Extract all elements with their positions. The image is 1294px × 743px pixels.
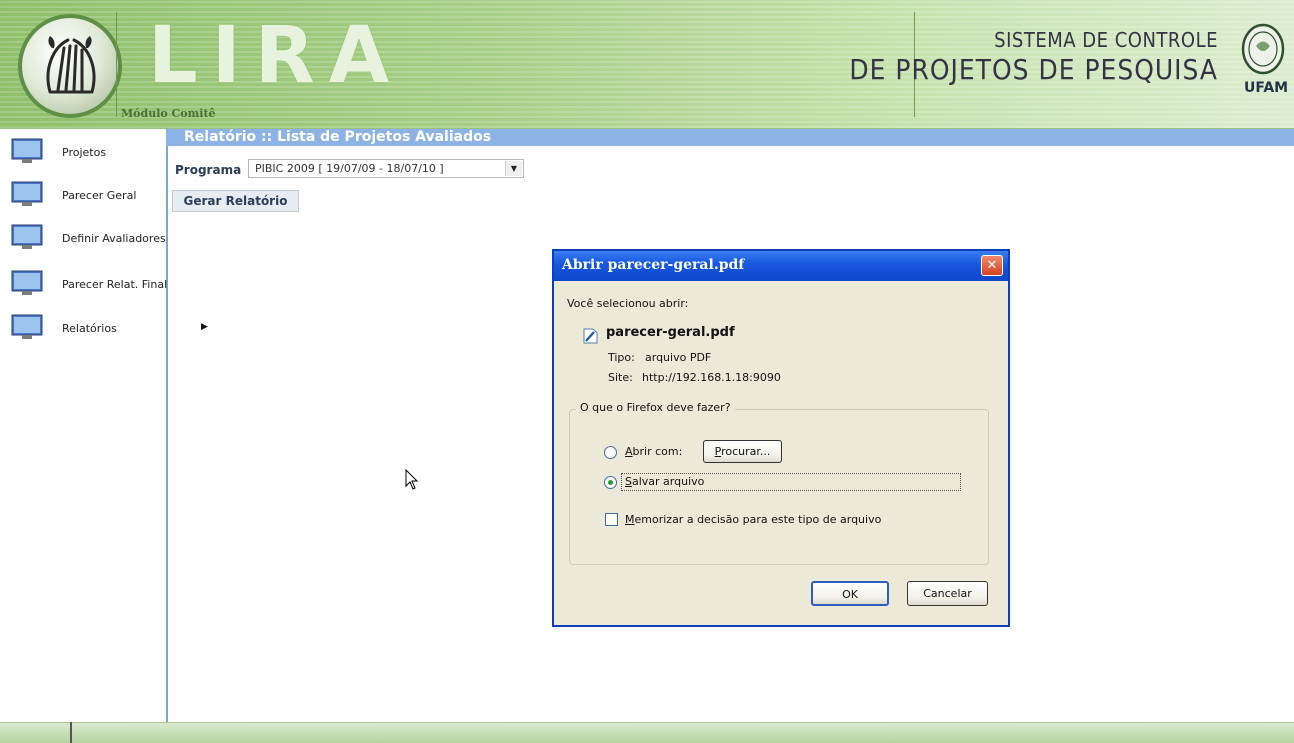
sidebar-item-label: Relatórios bbox=[62, 322, 117, 335]
monitor-icon bbox=[11, 270, 43, 295]
memorizar-label[interactable]: Memorizar a decisão para este tipo de ar… bbox=[625, 513, 881, 526]
footer-bar bbox=[0, 722, 1294, 743]
ufam-seal-icon bbox=[1240, 22, 1286, 76]
mnemonic-a: A bbox=[625, 445, 633, 458]
system-title-line2: DE PROJETOS DE PESQUISA bbox=[849, 53, 1218, 86]
abrir-com-label[interactable]: Abrir com: bbox=[625, 445, 682, 458]
salvar-arquivo-radio[interactable] bbox=[604, 476, 617, 489]
site-label: Site: bbox=[608, 371, 633, 384]
sidebar: Projetos Parecer Geral Definir Avaliador… bbox=[0, 128, 168, 722]
submenu-arrow-icon: ▶ bbox=[201, 322, 208, 332]
ok-button[interactable]: OK bbox=[811, 581, 889, 606]
page-title: Relatório :: Lista de Projetos Avaliados bbox=[184, 129, 492, 145]
action-group-legend: O que o Firefox deve fazer? bbox=[576, 401, 735, 414]
cancel-button[interactable]: Cancelar bbox=[907, 581, 988, 606]
footer-divider bbox=[70, 722, 72, 743]
sidebar-item-label: Definir Avaliadores bbox=[62, 232, 166, 245]
salvar-arquivo-text: alvar arquivo bbox=[631, 475, 705, 488]
file-name: parecer-geral.pdf bbox=[606, 325, 735, 340]
sidebar-item-label: Parecer Geral bbox=[62, 189, 137, 202]
procurar-text: rocurar... bbox=[721, 445, 771, 458]
site-value: http://192.168.1.18:9090 bbox=[642, 371, 781, 384]
abrir-com-text: brir com: bbox=[632, 445, 683, 458]
app-header: LIRA Módulo Comitê SISTEMA DE CONTROLE D… bbox=[0, 0, 1294, 129]
monitor-icon bbox=[11, 314, 43, 339]
header-divider bbox=[116, 12, 117, 117]
system-title-line1: SISTEMA DE CONTROLE bbox=[994, 28, 1218, 53]
programa-select[interactable]: PIBIC 2009 [ 19/07/09 - 18/07/10 ] ▼ bbox=[248, 159, 524, 178]
dialog-intro: Você selecionou abrir: bbox=[567, 297, 689, 310]
module-label: Módulo Comitê bbox=[121, 107, 216, 120]
gerar-relatorio-button[interactable]: Gerar Relatório bbox=[172, 190, 299, 212]
sidebar-item-label: Projetos bbox=[62, 146, 107, 159]
programa-label: Programa bbox=[175, 163, 242, 177]
programa-selected-value: PIBIC 2009 [ 19/07/09 - 18/07/10 ] bbox=[255, 162, 444, 175]
monitor-icon bbox=[11, 224, 43, 249]
memorizar-text: emorizar a decisão para este tipo de arq… bbox=[634, 513, 882, 526]
lyre-logo-icon bbox=[18, 14, 122, 118]
dropdown-arrow-icon[interactable]: ▼ bbox=[505, 161, 522, 176]
mnemonic-s: S bbox=[625, 475, 632, 488]
monitor-icon bbox=[11, 138, 43, 163]
dialog-titlebar[interactable]: Abrir parecer-geral.pdf ✕ bbox=[554, 251, 1008, 281]
mouse-cursor-icon bbox=[405, 469, 419, 490]
radio-selected-dot bbox=[608, 480, 613, 485]
tipo-label: Tipo: bbox=[608, 351, 635, 364]
sidebar-item-label: Parecer Relat. Final bbox=[62, 278, 168, 291]
app-name: LIRA bbox=[148, 11, 404, 101]
pdf-file-icon bbox=[583, 328, 598, 344]
procurar-button[interactable]: Procurar... bbox=[703, 440, 782, 463]
university-label: UFAM bbox=[1244, 80, 1289, 96]
mnemonic-m: M bbox=[625, 513, 635, 526]
abrir-com-radio[interactable] bbox=[604, 446, 617, 459]
close-icon[interactable]: ✕ bbox=[981, 255, 1003, 276]
open-file-dialog: Abrir parecer-geral.pdf ✕ Você seleciono… bbox=[552, 249, 1010, 627]
salvar-arquivo-label[interactable]: Salvar arquivo bbox=[625, 475, 704, 488]
tipo-value: arquivo PDF bbox=[645, 351, 712, 364]
memorizar-checkbox[interactable] bbox=[605, 513, 618, 526]
dialog-title: Abrir parecer-geral.pdf bbox=[562, 257, 745, 273]
monitor-icon bbox=[11, 181, 43, 206]
